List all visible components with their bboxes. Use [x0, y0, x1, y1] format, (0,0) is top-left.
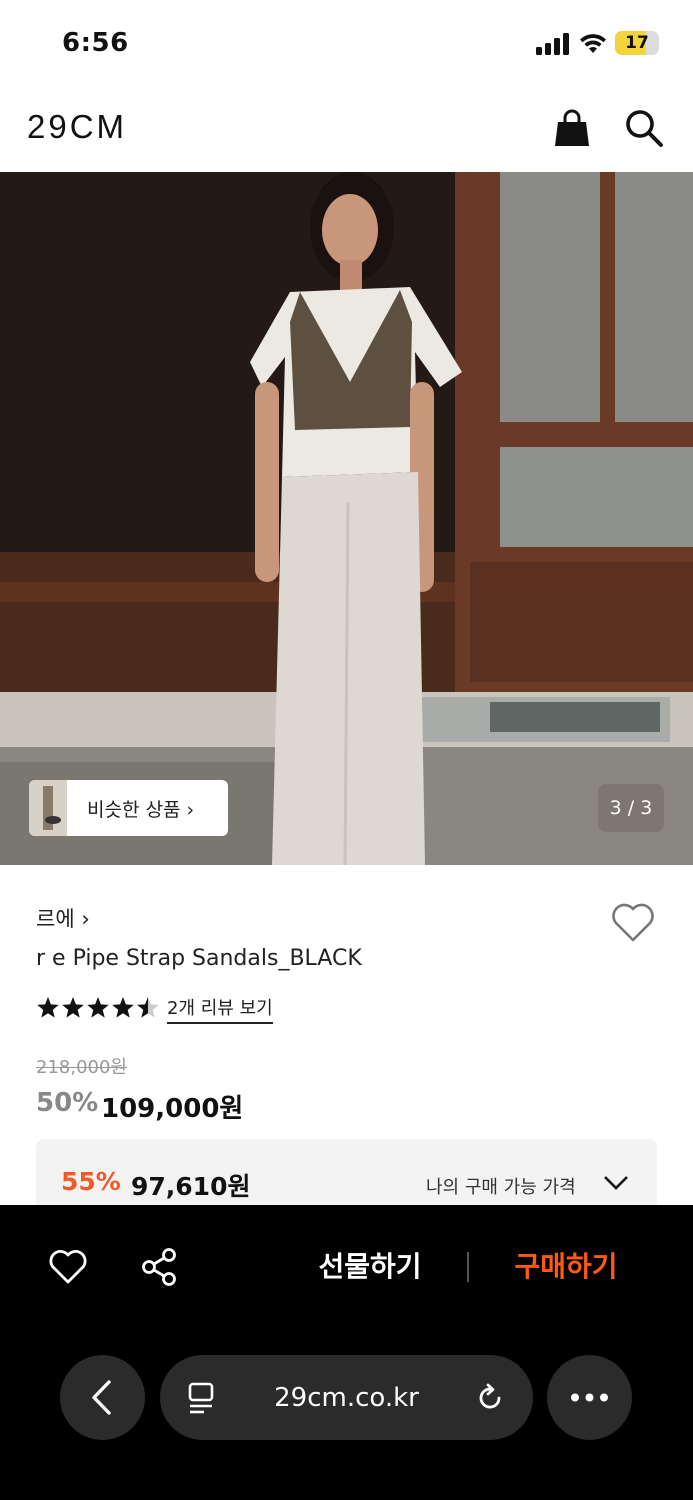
review-link[interactable]: 2개 리뷰 보기: [167, 994, 273, 1024]
image-page-indicator: 3 / 3: [598, 784, 664, 832]
status-time: 6:56: [62, 28, 129, 58]
browser-more-button[interactable]: [547, 1355, 632, 1440]
my-discount-percent: 55%: [61, 1167, 121, 1196]
star-rating-icon: [37, 997, 159, 1018]
search-icon[interactable]: [624, 108, 664, 148]
my-price: 97,610원: [131, 1172, 251, 1201]
discount-percent: 50%: [36, 1088, 99, 1118]
app-header: 29CM: [0, 88, 693, 172]
status-bar: 6:56 17: [0, 0, 693, 88]
product-image-carousel[interactable]: 비슷한 상품 › 3 / 3: [0, 172, 693, 865]
bottom-action-bar: 선물하기 구매하기 29cm.co.kr: [0, 1205, 693, 1500]
cellular-signal-icon: [536, 33, 569, 55]
sale-price: 109,000원: [101, 1094, 244, 1124]
chevron-left-icon: [92, 1380, 111, 1415]
product-photo: [0, 172, 693, 865]
my-price-label: 나의 구매 가능 가격: [426, 1177, 576, 1198]
similar-product-thumbnail: [29, 780, 67, 836]
heart-icon[interactable]: [48, 1249, 88, 1285]
share-icon[interactable]: [140, 1247, 178, 1287]
browser-back-button[interactable]: [60, 1355, 145, 1440]
shopping-bag-icon[interactable]: [553, 108, 591, 148]
brand-logo[interactable]: 29CM: [27, 108, 127, 146]
more-options-icon: [571, 1393, 608, 1402]
reload-icon[interactable]: [474, 1382, 506, 1414]
heart-icon[interactable]: [610, 901, 656, 943]
similar-products-label: 비슷한 상품 ›: [87, 799, 195, 821]
chevron-down-icon: [604, 1176, 628, 1190]
gift-button[interactable]: 선물하기: [295, 1245, 445, 1289]
wifi-icon: [580, 34, 606, 53]
browser-address-bar[interactable]: 29cm.co.kr: [160, 1355, 533, 1440]
action-divider: [467, 1252, 469, 1282]
buy-button[interactable]: 구매하기: [491, 1245, 641, 1289]
brand-link[interactable]: 르에 ›: [36, 903, 90, 933]
battery-indicator: 17: [615, 31, 659, 55]
similar-products-button[interactable]: 비슷한 상품 ›: [29, 780, 228, 836]
battery-level: 17: [625, 33, 649, 53]
product-name: r e Pipe Strap Sandals_BLACK: [36, 946, 362, 971]
original-price: 218,000원: [36, 1057, 127, 1078]
